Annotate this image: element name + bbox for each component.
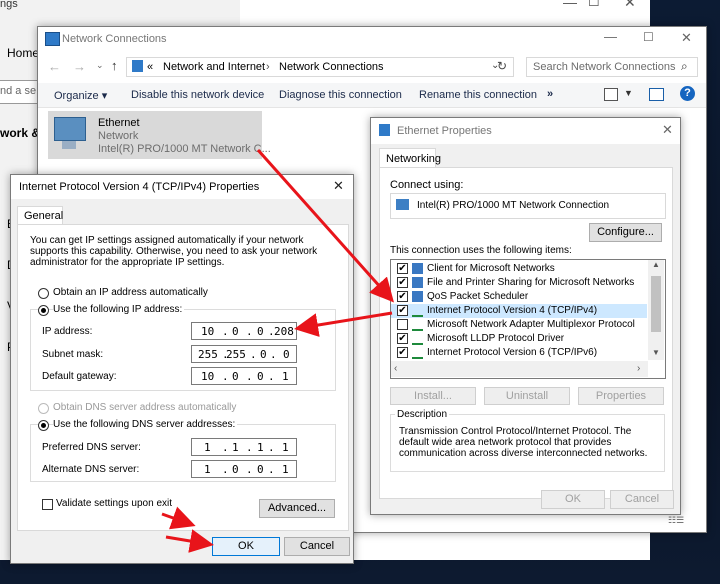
arrow-to-validate [161,506,196,530]
arrow-to-ok [165,529,214,553]
annotation-arrows [161,149,394,553]
arrow-to-ip-address [294,311,393,337]
arrow-to-ipv4-item [256,149,394,303]
